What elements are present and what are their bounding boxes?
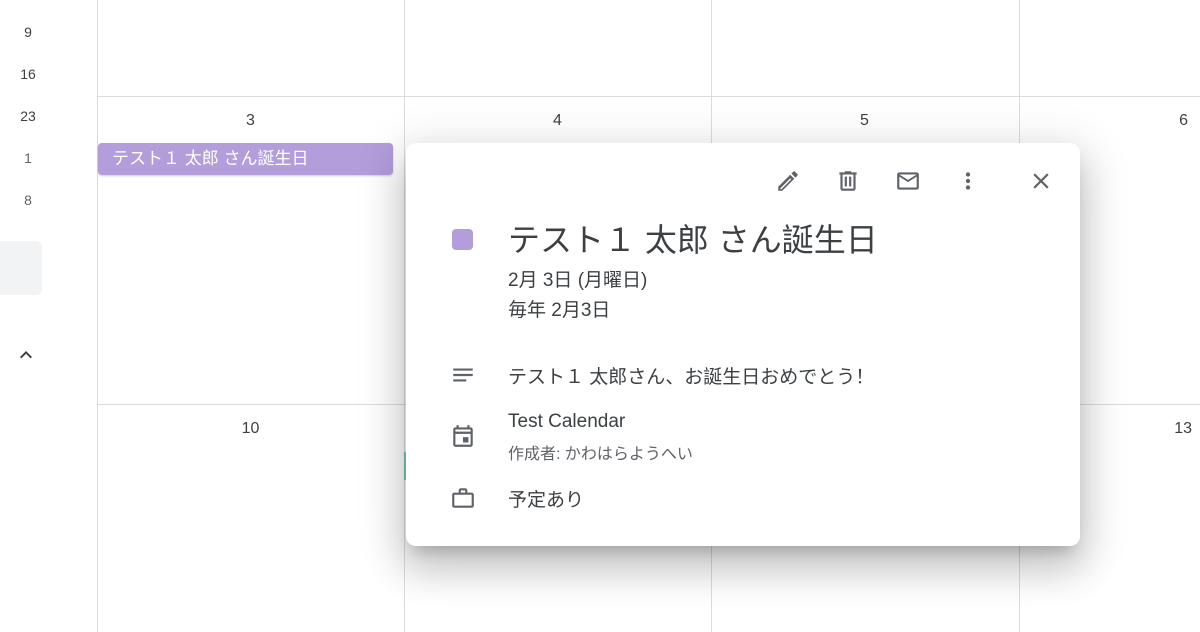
grid-line xyxy=(404,0,405,632)
mini-calendar-highlight xyxy=(0,241,42,295)
mini-calendar-day[interactable]: 9 xyxy=(0,24,56,40)
day-number[interactable]: 10 xyxy=(97,420,404,438)
availability-status: 予定あり xyxy=(508,490,585,511)
grid-line xyxy=(97,0,98,632)
delete-button[interactable] xyxy=(830,163,866,199)
grid-line xyxy=(97,96,1200,97)
event-details-popover: テスト１ 太郎 さん誕生日 2月 3日 (月曜日) 毎年 2月3日 テスト１ 太… xyxy=(406,143,1080,546)
pencil-icon xyxy=(778,171,798,191)
close-icon xyxy=(1033,173,1049,189)
close-button[interactable] xyxy=(1023,163,1059,199)
mini-calendar-day[interactable]: 1 xyxy=(0,150,56,166)
event-description: テスト１ 太郎さん、お誕生日おめでとう！ xyxy=(508,367,875,388)
day-number[interactable]: 3 xyxy=(97,112,404,130)
event-creator: 作成者: かわはらようへい xyxy=(508,446,693,463)
calendar-name: Test Calendar xyxy=(508,411,626,432)
mini-calendar-day[interactable]: 16 xyxy=(0,66,56,82)
more-options-button[interactable] xyxy=(950,163,986,199)
event-date: 2月 3日 (月曜日) xyxy=(508,270,648,291)
edit-button[interactable] xyxy=(770,163,806,199)
mini-calendar-day[interactable]: 8 xyxy=(0,192,56,208)
calendar-icon xyxy=(450,423,476,449)
mail-icon xyxy=(897,172,919,190)
event-chip[interactable]: テスト１ 太郎 さん誕生日 xyxy=(98,143,393,175)
event-recurrence: 毎年 2月3日 xyxy=(508,300,611,321)
event-title: テスト１ 太郎 さん誕生日 xyxy=(508,222,878,258)
briefcase-icon xyxy=(450,485,476,511)
day-number[interactable]: 5 xyxy=(711,112,1018,130)
mini-calendar: 9 16 23 1 8 xyxy=(0,0,56,632)
mini-calendar-day[interactable]: 23 xyxy=(0,108,56,124)
description-icon xyxy=(450,362,476,388)
day-number[interactable]: 4 xyxy=(404,112,711,130)
event-color-swatch xyxy=(452,229,473,250)
chevron-up-icon[interactable] xyxy=(14,343,38,367)
day-number[interactable]: 6 xyxy=(1019,112,1200,130)
email-guests-button[interactable] xyxy=(890,163,926,199)
more-vert-icon xyxy=(965,172,971,190)
trash-icon xyxy=(839,171,857,191)
